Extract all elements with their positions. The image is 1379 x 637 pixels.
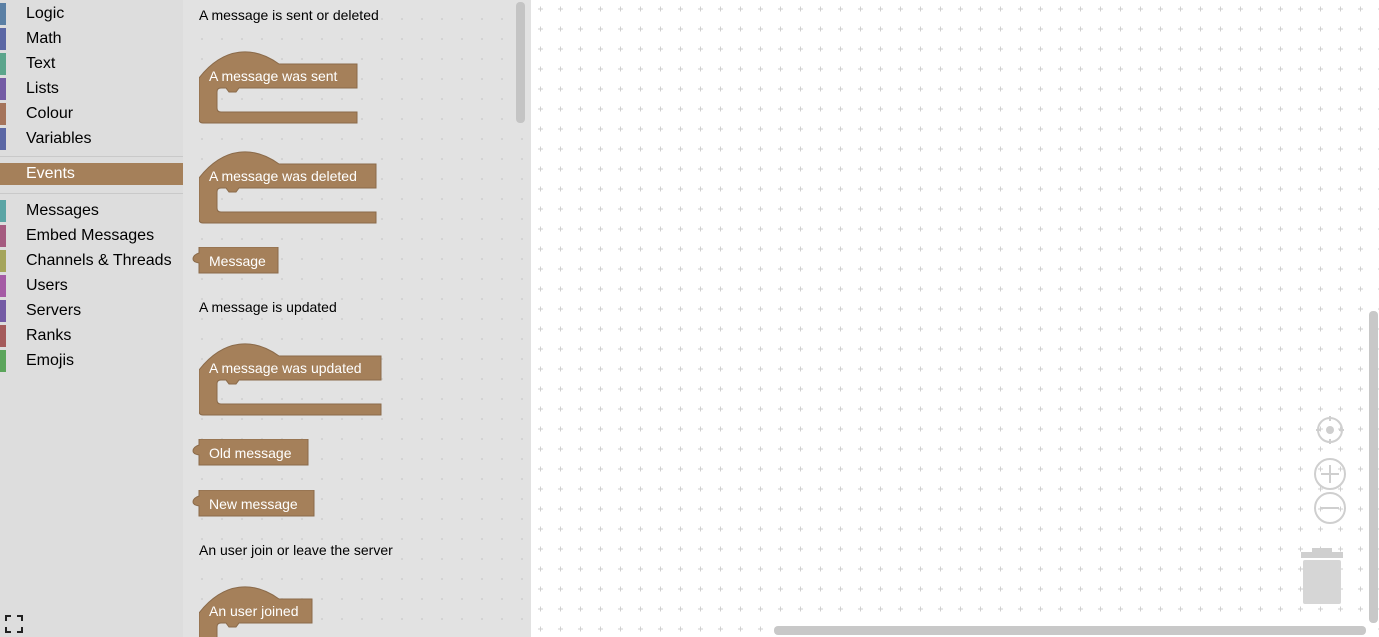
- block-label: Message: [209, 253, 266, 269]
- category-color-stripe: [0, 199, 6, 222]
- category-events[interactable]: Events: [0, 163, 183, 185]
- flyout-scrollbar[interactable]: [516, 2, 525, 123]
- category-variables[interactable]: Variables: [0, 126, 183, 151]
- category-label: Channels & Threads: [26, 251, 172, 269]
- category-label: Math: [26, 29, 62, 47]
- category-servers[interactable]: Servers: [0, 298, 183, 323]
- category-label: Text: [26, 54, 56, 72]
- category-color-stripe: [0, 349, 6, 372]
- category-label: Colour: [26, 104, 74, 122]
- category-color-stripe: [0, 127, 6, 150]
- category-label: Users: [26, 276, 68, 294]
- workspace-canvas[interactable]: [531, 0, 1379, 637]
- category-logic[interactable]: Logic: [0, 1, 183, 26]
- category-emojis[interactable]: Emojis: [0, 348, 183, 373]
- hat-block-shape: [198, 51, 358, 124]
- category-math[interactable]: Math: [0, 26, 183, 51]
- category-separator: [0, 193, 183, 194]
- workspace-horizontal-scrollbar[interactable]: [774, 626, 1366, 635]
- event-block-message-updated[interactable]: A message was updated: [198, 342, 385, 417]
- block-label: New message: [209, 496, 298, 512]
- category-color-stripe: [0, 52, 6, 75]
- category-color-stripe: [0, 224, 6, 247]
- category-color-stripe: [0, 2, 6, 25]
- category-color-stripe: [0, 163, 6, 185]
- block-flyout: A message is sent or deleted A message w…: [183, 0, 531, 637]
- block-label: An user joined: [209, 603, 299, 619]
- workspace-vertical-scrollbar[interactable]: [1369, 311, 1378, 623]
- toolbox: Logic Math Text Lists Colour Variables E…: [0, 0, 183, 637]
- recenter-icon[interactable]: [1316, 416, 1344, 444]
- event-block-message-sent[interactable]: A message was sent: [198, 50, 359, 125]
- event-block-user-joined[interactable]: An user joined: [198, 585, 319, 637]
- value-block-message[interactable]: Message: [191, 246, 281, 274]
- category-text[interactable]: Text: [0, 51, 183, 76]
- event-block-message-deleted[interactable]: A message was deleted: [198, 150, 379, 225]
- category-color-stripe: [0, 299, 6, 322]
- category-label: Servers: [26, 301, 82, 319]
- zoom-out-icon[interactable]: [1313, 491, 1347, 525]
- category-channels-threads[interactable]: Channels & Threads: [0, 248, 183, 273]
- flyout-section-label: A message is updated: [199, 299, 337, 315]
- category-ranks[interactable]: Ranks: [0, 323, 183, 348]
- category-color-stripe: [0, 274, 6, 297]
- category-color-stripe: [0, 77, 6, 100]
- block-label: Old message: [209, 445, 292, 461]
- category-color-stripe: [0, 324, 6, 347]
- block-label: A message was updated: [209, 360, 362, 376]
- category-label: Events: [26, 165, 75, 182]
- trash-icon[interactable]: [1300, 547, 1344, 605]
- block-label: A message was sent: [209, 68, 338, 84]
- category-label: Messages: [26, 201, 99, 219]
- value-block-old-message[interactable]: Old message: [191, 438, 311, 466]
- category-embed-messages[interactable]: Embed Messages: [0, 223, 183, 248]
- category-label: Embed Messages: [26, 226, 155, 244]
- category-separator: [0, 156, 183, 157]
- hat-block-shape: [198, 343, 382, 416]
- category-colour[interactable]: Colour: [0, 101, 183, 126]
- category-label: Logic: [26, 4, 65, 22]
- category-color-stripe: [0, 102, 6, 125]
- category-users[interactable]: Users: [0, 273, 183, 298]
- fullscreen-icon[interactable]: [4, 614, 24, 634]
- category-label: Ranks: [26, 326, 72, 344]
- workspace-grid: [531, 0, 1379, 637]
- category-label: Emojis: [26, 351, 75, 369]
- block-label: A message was deleted: [209, 168, 357, 184]
- flyout-section-label: A message is sent or deleted: [199, 7, 379, 23]
- zoom-in-icon[interactable]: [1313, 457, 1347, 491]
- category-label: Lists: [26, 79, 59, 97]
- category-label: Variables: [26, 129, 92, 147]
- category-messages[interactable]: Messages: [0, 198, 183, 223]
- category-lists[interactable]: Lists: [0, 76, 183, 101]
- flyout-section-label: An user join or leave the server: [199, 542, 393, 558]
- category-color-stripe: [0, 249, 6, 272]
- hat-block-shape: [198, 151, 377, 224]
- value-block-new-message[interactable]: New message: [191, 489, 317, 517]
- category-color-stripe: [0, 27, 6, 50]
